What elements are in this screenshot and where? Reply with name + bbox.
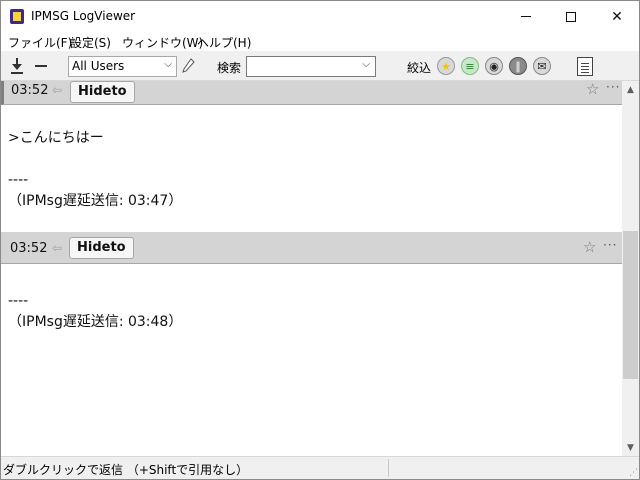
user-filter-value: All Users [72, 59, 125, 73]
menu-settings[interactable]: 設定(S) [70, 34, 111, 51]
memo-icon[interactable]: ≡ [461, 57, 479, 75]
message-list[interactable]: 03:52 ⇦ Hideto ☆ ··· >こんにちはー ---- （IPMsg… [1, 81, 622, 456]
chevron-down-icon: ⌵ [164, 59, 172, 70]
more-icon[interactable]: ··· [603, 238, 617, 252]
pencil-icon[interactable] [181, 57, 195, 75]
message-time: 03:52 [10, 241, 48, 256]
search-input[interactable]: ⌵ [246, 56, 376, 77]
scroll-down-icon[interactable]: ▼ [622, 439, 639, 456]
status-divider [388, 459, 389, 477]
scroll-thumb[interactable] [623, 231, 638, 379]
download-icon[interactable] [10, 57, 24, 75]
menu-window[interactable]: ウィンドウ(W) [122, 34, 203, 51]
toolbar: All Users ⌵ 検索 ⌵ 絞込 ★ ≡ ◉ ∥ ✉ [1, 51, 639, 81]
scroll-up-icon[interactable]: ▲ [622, 81, 639, 98]
chevron-down-icon: ⌵ [362, 59, 370, 70]
mail-icon[interactable]: ✉ [533, 57, 551, 75]
message-time: 03:52 [11, 83, 49, 98]
arrow-left-icon: ⇦ [52, 241, 63, 255]
star-icon[interactable]: ☆ [583, 238, 596, 256]
resize-grip-icon[interactable]: ⋰ [629, 468, 638, 478]
message-header: 03:52 ⇦ Hideto ☆ ··· [1, 81, 622, 105]
status-text: ダブルクリックで返信 （+Shiftで引用なし） [3, 463, 249, 477]
filter-label: 絞込 [407, 61, 432, 75]
clip-icon[interactable]: ∥ [509, 57, 527, 75]
maximize-icon [566, 11, 576, 22]
message-body: ---- （IPMsg遅延送信: 03:48） [8, 293, 183, 330]
message-header: 03:52 ⇦ Hideto ☆ ··· [1, 232, 622, 264]
minimize-button[interactable] [503, 1, 549, 32]
star-icon[interactable]: ★ [437, 57, 455, 75]
camera-icon[interactable]: ◉ [485, 57, 503, 75]
title-bar: IPMSG LogViewer ✕ [0, 0, 640, 31]
window-title: IPMSG LogViewer [31, 9, 136, 23]
vertical-scrollbar[interactable]: ▲ ▼ [622, 81, 639, 456]
message-body: >こんにちはー ---- （IPMsg遅延送信: 03:47） [8, 130, 183, 209]
menu-help[interactable]: ヘルプ(H) [197, 34, 251, 51]
menu-file[interactable]: ファイル(F) [8, 34, 72, 51]
app-icon [10, 9, 24, 24]
star-icon[interactable]: ☆ [586, 81, 599, 98]
more-icon[interactable]: ··· [606, 81, 620, 94]
document-icon[interactable] [577, 57, 593, 76]
search-label: 検索 [217, 61, 242, 75]
arrow-left-icon: ⇦ [52, 83, 63, 97]
minimize-icon [521, 16, 531, 17]
sender-button[interactable]: Hideto [70, 81, 135, 103]
menu-bar: ファイル(F) 設定(S) ウィンドウ(W) ヘルプ(H) [1, 31, 639, 51]
user-filter-select[interactable]: All Users ⌵ [68, 56, 177, 77]
close-icon: ✕ [611, 8, 623, 25]
close-button[interactable]: ✕ [594, 1, 640, 32]
collapse-icon[interactable] [35, 65, 47, 67]
maximize-button[interactable] [548, 1, 594, 32]
status-bar: ダブルクリックで返信 （+Shiftで引用なし） ⋰ [0, 456, 640, 480]
sender-button[interactable]: Hideto [69, 237, 134, 259]
